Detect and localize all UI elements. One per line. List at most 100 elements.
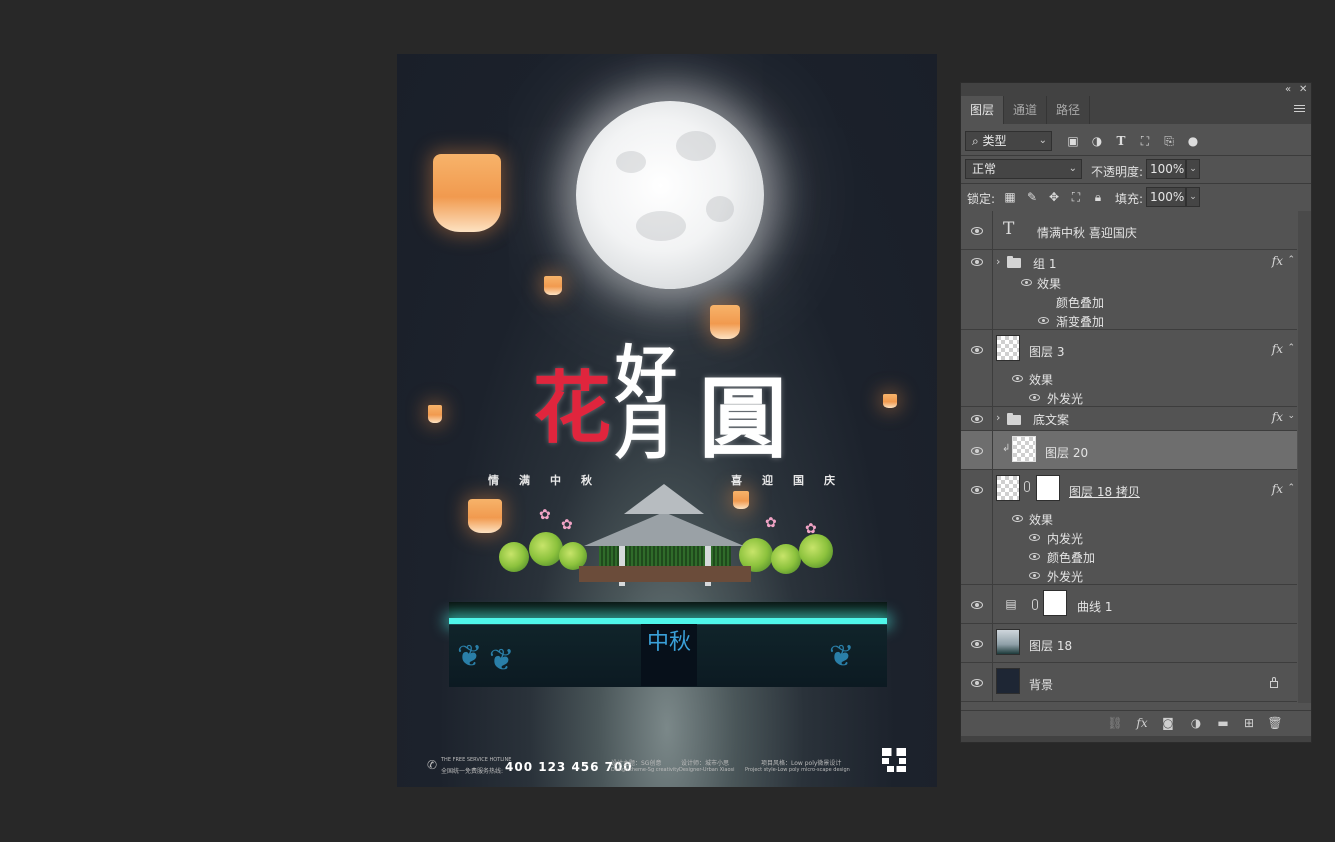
smart-object-filter-icon[interactable]: ⎘ xyxy=(1161,133,1177,149)
layer-row[interactable]: › 底文案 fx ⌄ xyxy=(961,407,1297,431)
visibility-eye-icon[interactable] xyxy=(1029,394,1040,401)
layers-list: T 情满中秋 喜迎国庆 › 组 1 fx ⌃ 效果 颜色叠加 渐变叠加 图层 3… xyxy=(961,211,1297,703)
lock-icon[interactable] xyxy=(1270,677,1278,688)
opacity-input[interactable]: 100% xyxy=(1146,159,1186,179)
pixel-filter-icon[interactable]: ▣ xyxy=(1065,133,1081,149)
layer-row[interactable]: 背景 xyxy=(961,663,1297,702)
chevron-up-icon[interactable]: ⌃ xyxy=(1287,255,1295,265)
chevron-down-icon: ⌄ xyxy=(1068,163,1077,174)
qr-code xyxy=(882,748,906,772)
layer-name[interactable]: 图层 18 拷贝 xyxy=(1069,483,1140,500)
fx-icon[interactable]: fx xyxy=(1272,410,1283,424)
fx-icon[interactable]: fx xyxy=(1272,342,1283,356)
lock-row: 锁定: ▦ ✎ ✥ ⛶ 🔒︎ 填充: 100% ⌄ xyxy=(961,184,1311,211)
search-icon: ⌕ xyxy=(972,134,983,148)
visibility-eye-icon[interactable] xyxy=(971,346,983,354)
tab-channels[interactable]: 通道 xyxy=(1004,96,1048,124)
panel-resize-grip[interactable] xyxy=(961,736,1311,742)
chevron-up-icon[interactable]: ⌃ xyxy=(1287,483,1295,493)
visibility-eye-icon[interactable] xyxy=(971,258,983,266)
effect-name: 外发光 xyxy=(1047,570,1084,584)
layer-name[interactable]: 图层 3 xyxy=(1029,343,1064,360)
lock-artboard-icon[interactable]: ⛶ xyxy=(1068,189,1084,205)
visibility-eye-icon[interactable] xyxy=(1012,515,1023,522)
lock-all-icon[interactable]: 🔒︎ xyxy=(1090,189,1106,205)
visibility-eye-icon[interactable] xyxy=(1012,375,1023,382)
fx-icon[interactable]: fx xyxy=(1272,254,1283,268)
title-char: 花 xyxy=(533,363,612,454)
layer-name[interactable]: 曲线 1 xyxy=(1077,598,1112,615)
project-style: 项目风格：Low poly微景设计 xyxy=(761,760,842,767)
phone-icon: ✆ xyxy=(427,758,438,772)
layer-row-selected[interactable]: ↲ 图层 20 xyxy=(961,431,1297,470)
new-group-icon[interactable]: ▬ xyxy=(1215,715,1231,731)
chevron-down-icon[interactable]: ⌄ xyxy=(1287,411,1295,421)
curves-adjustment-icon: ▤ xyxy=(1005,597,1017,611)
layer-name[interactable]: 底文案 xyxy=(1033,411,1069,428)
layer-name[interactable]: 情满中秋 喜迎国庆 xyxy=(1037,224,1137,241)
layer-row[interactable]: T 情满中秋 喜迎国庆 xyxy=(961,211,1297,250)
layer-name[interactable]: 背景 xyxy=(1029,676,1053,693)
trash-icon[interactable]: 🗑︎ xyxy=(1267,715,1283,731)
blend-mode-dropdown[interactable]: 正常 ⌄ xyxy=(965,159,1082,179)
adjustment-filter-icon[interactable]: ◑ xyxy=(1089,133,1105,149)
close-icon[interactable]: ✕ xyxy=(1299,83,1307,96)
effects-label: 效果 xyxy=(1029,373,1054,387)
panel-title-bar[interactable]: « ✕ xyxy=(961,83,1311,96)
lock-pixels-icon[interactable]: ✎ xyxy=(1024,189,1040,205)
link-icon[interactable] xyxy=(1032,599,1038,610)
new-layer-icon[interactable]: ⊞ xyxy=(1241,715,1257,731)
visibility-eye-icon[interactable] xyxy=(1038,317,1049,324)
lock-transparent-icon[interactable]: ▦ xyxy=(1002,189,1018,205)
visibility-eye-icon[interactable] xyxy=(971,447,983,455)
layer-thumbnail xyxy=(1012,436,1036,462)
add-mask-icon[interactable]: ◙ xyxy=(1160,715,1176,731)
layer-row[interactable]: 图层 18 xyxy=(961,624,1297,663)
link-layers-icon[interactable]: ⛓ xyxy=(1107,715,1123,731)
layer-mask-thumbnail[interactable] xyxy=(1036,475,1060,501)
fill-slider-toggle[interactable]: ⌄ xyxy=(1186,187,1200,207)
tab-layers[interactable]: 图层 xyxy=(961,96,1005,124)
visibility-eye-icon[interactable] xyxy=(971,415,983,423)
layer-row[interactable]: 图层 3 fx ⌃ 效果 外发光 xyxy=(961,330,1297,407)
visibility-eye-icon[interactable] xyxy=(971,679,983,687)
visibility-eye-icon[interactable] xyxy=(971,601,983,609)
visibility-eye-icon[interactable] xyxy=(1029,553,1040,560)
visibility-eye-icon[interactable] xyxy=(1029,534,1040,541)
chevron-right-icon[interactable]: › xyxy=(996,411,1000,424)
visibility-eye-icon[interactable] xyxy=(971,227,983,235)
panel-menu-icon[interactable] xyxy=(1294,105,1305,114)
layers-toolbar: ⛓ fx ◙ ◑ ▬ ⊞ 🗑︎ xyxy=(961,710,1311,737)
fx-icon[interactable]: fx xyxy=(1134,715,1150,731)
type-filter-icon[interactable]: T xyxy=(1113,133,1129,149)
filter-toggle-icon[interactable]: ● xyxy=(1185,133,1201,149)
adjustment-layer-icon[interactable]: ◑ xyxy=(1188,715,1204,731)
layers-scrollbar[interactable] xyxy=(1298,211,1311,703)
layer-name[interactable]: 图层 20 xyxy=(1045,444,1088,461)
visibility-eye-icon[interactable] xyxy=(971,640,983,648)
visibility-eye-icon[interactable] xyxy=(1029,572,1040,579)
visibility-eye-icon[interactable] xyxy=(1021,279,1032,286)
layer-row[interactable]: › 组 1 fx ⌃ 效果 颜色叠加 渐变叠加 xyxy=(961,250,1297,330)
layer-mask-thumbnail[interactable] xyxy=(1043,590,1067,616)
fx-icon[interactable]: fx xyxy=(1272,482,1283,496)
layer-row[interactable]: 图层 18 拷贝 fx ⌃ 效果 内发光 颜色叠加 外发光 xyxy=(961,470,1297,585)
shape-filter-icon[interactable]: ⛶ xyxy=(1137,133,1153,149)
fill-input[interactable]: 100% xyxy=(1146,187,1186,207)
link-icon[interactable] xyxy=(1024,481,1030,492)
collapse-icon[interactable]: « xyxy=(1285,83,1291,96)
filter-kind-dropdown[interactable]: ⌕ 类型 ⌄ xyxy=(965,131,1052,151)
layer-row[interactable]: ▤ 曲线 1 xyxy=(961,585,1297,624)
layer-thumbnail xyxy=(996,475,1020,501)
layer-name[interactable]: 组 1 xyxy=(1033,255,1056,272)
designer: 设计师：城市小思 xyxy=(681,760,730,767)
chevron-up-icon[interactable]: ⌃ xyxy=(1287,343,1295,353)
opacity-slider-toggle[interactable]: ⌄ xyxy=(1186,159,1200,179)
chevron-right-icon[interactable]: › xyxy=(996,255,1000,268)
lock-position-icon[interactable]: ✥ xyxy=(1046,189,1062,205)
layer-name[interactable]: 图层 18 xyxy=(1029,637,1072,654)
tab-paths[interactable]: 路径 xyxy=(1047,96,1091,124)
document-canvas[interactable]: 花 好 月 圓 情满中秋 喜迎国庆 ✿ ✿ ✿ ✿ ❦ ❦ ❦ 中秋 ✆ THE… xyxy=(397,54,937,787)
layers-panel: « ✕ 图层 通道 路径 ⌕ 类型 ⌄ ▣ ◑ T ⛶ ⎘ ● 正常 ⌄ 不透明… xyxy=(960,82,1312,743)
visibility-eye-icon[interactable] xyxy=(971,486,983,494)
